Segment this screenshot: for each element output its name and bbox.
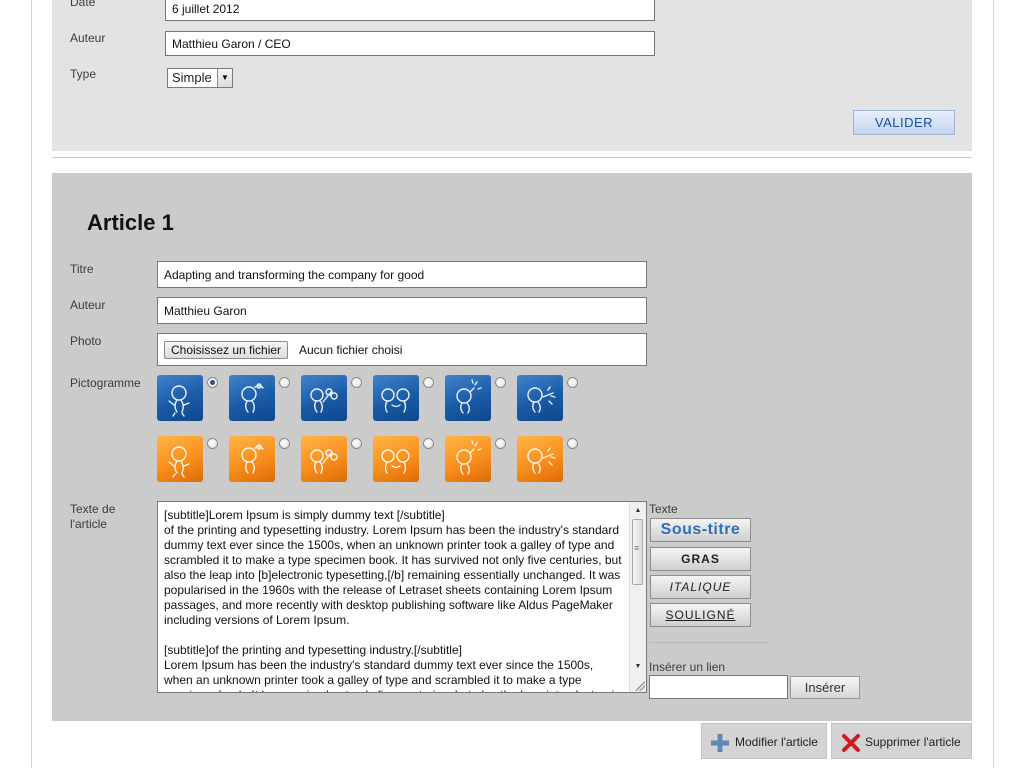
delete-x-icon: [842, 734, 860, 752]
character-thinking-icon[interactable]: [229, 436, 275, 482]
article-author-label: Auteur: [70, 298, 106, 312]
character-waving-icon[interactable]: [157, 375, 203, 421]
characters-pair-icon[interactable]: [373, 375, 419, 421]
date-input[interactable]: [165, 0, 655, 21]
bold-button[interactable]: GRAS: [650, 547, 751, 571]
author-input[interactable]: [165, 31, 655, 56]
character-sparkle-icon[interactable]: [517, 436, 563, 482]
insert-link-button[interactable]: Insérer: [790, 676, 860, 699]
article-heading: Article 1: [87, 210, 174, 235]
type-select[interactable]: Simple ▼: [167, 68, 233, 88]
character-idea-icon[interactable]: [445, 375, 491, 421]
link-input[interactable]: [649, 675, 788, 699]
author-label: Auteur: [70, 31, 106, 45]
resize-grip-icon[interactable]: [635, 681, 645, 691]
scroll-up-icon[interactable]: ▲: [630, 504, 646, 518]
scroll-down-icon[interactable]: ▼: [630, 660, 646, 674]
character-flowers-icon[interactable]: [301, 436, 347, 482]
pictogram-label: Pictogramme: [70, 376, 141, 390]
underline-button[interactable]: SOULIGNÉ: [650, 603, 751, 627]
character-flowers-icon[interactable]: [301, 375, 347, 421]
pictogram-radio[interactable]: [495, 438, 506, 449]
text-scrollbar[interactable]: ▲ ▼: [629, 502, 646, 692]
delete-article-button[interactable]: Supprimer l'article: [831, 723, 972, 759]
characters-pair-icon[interactable]: [373, 436, 419, 482]
date-label: Date: [70, 0, 96, 9]
section-divider: [52, 157, 972, 158]
plus-icon: [711, 734, 729, 752]
pictogram-radio[interactable]: [567, 377, 578, 388]
type-select-value: Simple: [172, 70, 212, 85]
pictogram-radio[interactable]: [351, 377, 362, 388]
photo-label: Photo: [70, 334, 102, 348]
article-title-input[interactable]: [157, 261, 647, 288]
article-author-input[interactable]: [157, 297, 647, 324]
formatting-heading: Texte: [649, 502, 678, 516]
pictogram-radio[interactable]: [423, 438, 434, 449]
insert-link-label: Insérer un lien: [649, 660, 726, 674]
pictogram-radio[interactable]: [207, 377, 218, 388]
pictogram-radio[interactable]: [495, 377, 506, 388]
pictogram-radio[interactable]: [279, 377, 290, 388]
pictogram-radio[interactable]: [279, 438, 290, 449]
validate-button[interactable]: VALIDER: [853, 110, 955, 135]
subtitle-button[interactable]: Sous-titre: [650, 518, 751, 542]
title-label: Titre: [70, 262, 94, 276]
file-status-text: Aucun fichier choisi: [299, 343, 403, 357]
article-text-label: Texte de l'article: [70, 502, 116, 531]
formatting-separator: [649, 642, 769, 643]
scroll-thumb[interactable]: [632, 519, 643, 585]
pictogram-radio[interactable]: [423, 377, 434, 388]
modify-article-button[interactable]: Modifier l'article: [701, 723, 827, 759]
choose-file-button[interactable]: Choisissez un fichier: [164, 341, 289, 359]
pictogram-radio[interactable]: [207, 438, 218, 449]
character-idea-icon[interactable]: [445, 436, 491, 482]
character-sparkle-icon[interactable]: [517, 375, 563, 421]
italic-button[interactable]: ITALIQUE: [650, 575, 751, 599]
chevron-down-icon: ▼: [217, 69, 232, 87]
character-waving-icon[interactable]: [157, 436, 203, 482]
article-text-content: [subtitle]Lorem Ipsum is simply dummy te…: [164, 508, 622, 692]
article-text-area[interactable]: [subtitle]Lorem Ipsum is simply dummy te…: [157, 501, 647, 693]
pictogram-radio[interactable]: [351, 438, 362, 449]
delete-article-label: Supprimer l'article: [865, 735, 961, 749]
pictogram-radio[interactable]: [567, 438, 578, 449]
character-thinking-icon[interactable]: [229, 375, 275, 421]
type-label: Type: [70, 67, 97, 81]
modify-article-label: Modifier l'article: [735, 735, 818, 749]
photo-file-input: Choisissez un fichier Aucun fichier choi…: [157, 333, 647, 366]
